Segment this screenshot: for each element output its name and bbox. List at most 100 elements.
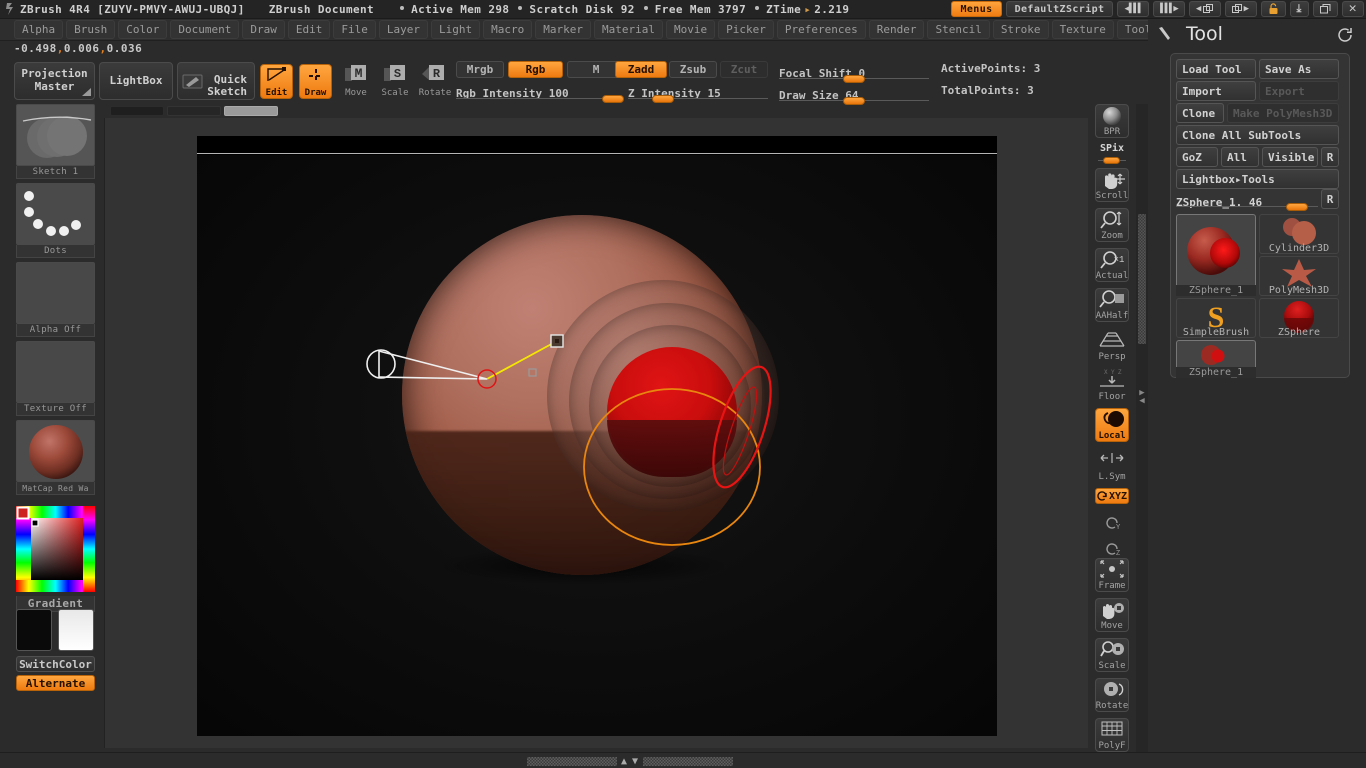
switch-color-button[interactable]: SwitchColor xyxy=(16,656,95,672)
all-button[interactable]: All xyxy=(1221,147,1259,167)
mrgb-toggle[interactable]: Mrgb xyxy=(456,61,504,78)
bottom-scroll-grip[interactable]: ▲ ▼ xyxy=(527,756,734,767)
z-intensity-knob[interactable] xyxy=(652,95,674,103)
primary-color-swatch[interactable] xyxy=(16,609,52,651)
aahalf-button[interactable]: AAHalf xyxy=(1095,288,1129,322)
rgb-intensity-knob[interactable] xyxy=(602,95,624,103)
tool-thumb-simplebrush[interactable]: S SimpleBrush xyxy=(1176,298,1256,338)
alpha-thumbnail[interactable] xyxy=(16,262,95,324)
floor-button[interactable]: X Y Z Floor xyxy=(1095,368,1129,402)
material-palette-item[interactable]: MatCap Red Wa xyxy=(16,420,95,495)
palette-next-button[interactable]: ▶ xyxy=(1224,1,1257,17)
tool-thumb-zsphere1-small[interactable]: ZSphere_1 xyxy=(1176,340,1256,378)
local-button[interactable]: Local xyxy=(1095,408,1129,442)
refresh-icon[interactable] xyxy=(1337,27,1354,48)
menu-item-marker[interactable]: Marker xyxy=(535,20,591,39)
triangle-down-icon[interactable]: ▼ xyxy=(632,756,639,767)
zscript-name-button[interactable]: DefaultZScript xyxy=(1005,1,1114,17)
focal-shift-slider[interactable]: Focal Shift 0 xyxy=(779,62,929,83)
material-thumbnail[interactable] xyxy=(16,420,95,482)
triangle-up-icon[interactable]: ▲ xyxy=(621,756,628,767)
zsub-toggle[interactable]: Zsub xyxy=(669,61,717,78)
load-tool-button[interactable]: Load Tool xyxy=(1176,59,1256,79)
menu-item-texture[interactable]: Texture xyxy=(1051,20,1114,39)
menu-item-material[interactable]: Material xyxy=(593,20,663,39)
make-polymesh3d-button[interactable]: Make PolyMesh3D xyxy=(1227,103,1339,123)
persp-button[interactable]: Persp xyxy=(1095,328,1129,362)
goz-r-button[interactable]: R xyxy=(1321,147,1339,167)
rotate-button[interactable]: R Rotate xyxy=(418,64,452,98)
quick-sketch-button[interactable]: Quick Sketch xyxy=(177,62,255,100)
lightbox-tools-button[interactable]: Lightbox▸Tools xyxy=(1176,169,1339,189)
clone-all-subtools-button[interactable]: Clone All SubTools xyxy=(1176,125,1339,145)
edit-button[interactable]: Edit xyxy=(260,64,293,99)
transform-gizmo[interactable] xyxy=(197,155,997,736)
move-button[interactable]: M Move xyxy=(339,64,373,98)
goz-button[interactable]: GoZ xyxy=(1176,147,1218,167)
current-tool-knob[interactable] xyxy=(1286,203,1308,211)
menus-button[interactable]: Menus xyxy=(951,1,1002,17)
scroll-button[interactable]: Scroll xyxy=(1095,168,1129,202)
menu-item-document[interactable]: Document xyxy=(170,20,240,39)
bpr-button[interactable]: BPR xyxy=(1095,104,1129,138)
clone-button[interactable]: Clone xyxy=(1176,103,1224,123)
menu-item-alpha[interactable]: Alpha xyxy=(14,20,64,39)
z-intensity-slider[interactable]: Z Intensity 15 xyxy=(628,82,768,103)
doc-tab-2[interactable] xyxy=(167,106,221,116)
zcut-toggle[interactable]: Zcut xyxy=(720,61,768,78)
texture-thumbnail[interactable] xyxy=(16,341,95,403)
canvas-3d-viewport[interactable] xyxy=(197,136,997,736)
secondary-color-swatch[interactable] xyxy=(58,609,94,651)
save-as-button[interactable]: Save As xyxy=(1259,59,1339,79)
right-rail-grip[interactable] xyxy=(1138,214,1146,344)
scale-button[interactable]: S Scale xyxy=(378,64,412,98)
spix-slider[interactable] xyxy=(1098,157,1126,164)
grip-texture-left[interactable] xyxy=(527,757,617,766)
menu-item-edit[interactable]: Edit xyxy=(287,20,331,39)
lsym-button[interactable]: L.Sym xyxy=(1095,448,1129,482)
zoom-button[interactable]: Zoom xyxy=(1095,208,1129,242)
menu-item-stroke[interactable]: Stroke xyxy=(992,20,1049,39)
move-view-button[interactable]: Move xyxy=(1095,598,1129,632)
zscript-next-button[interactable]: ▌▌▌▶ xyxy=(1153,1,1185,17)
rgb-intensity-slider[interactable]: Rgb Intensity 100 xyxy=(456,82,624,103)
right-rail-arrows[interactable]: ▶ ◀ xyxy=(1136,389,1148,406)
alpha-stroke-palette-item[interactable]: Dots xyxy=(16,183,95,258)
menu-item-color[interactable]: Color xyxy=(118,20,168,39)
draw-button[interactable]: Draw xyxy=(299,64,332,99)
restore-icon[interactable] xyxy=(1312,1,1338,17)
zscript-prev-button[interactable]: ◀▌▌▌ xyxy=(1117,1,1150,17)
menu-item-movie[interactable]: Movie xyxy=(665,20,716,39)
stroke-palette-item[interactable]: Sketch 1 xyxy=(16,104,95,179)
tool-thumb-cylinder3d[interactable]: Cylinder3D xyxy=(1259,214,1339,254)
alpha-palette-item[interactable]: Alpha Off xyxy=(16,262,95,337)
lock-icon[interactable] xyxy=(1260,1,1286,17)
menu-item-render[interactable]: Render xyxy=(868,20,925,39)
import-button[interactable]: Import xyxy=(1176,81,1256,101)
lightbox-button[interactable]: LightBox xyxy=(99,62,173,100)
focal-shift-knob[interactable] xyxy=(843,75,865,83)
stroke-thumbnail[interactable] xyxy=(16,104,95,166)
frame-button[interactable]: Frame xyxy=(1095,558,1129,592)
tool-thumb-zsphere[interactable]: ZSphere xyxy=(1259,298,1339,338)
draw-size-knob[interactable] xyxy=(843,97,865,105)
texture-palette-item[interactable]: Texture Off xyxy=(16,341,95,416)
draw-size-slider[interactable]: Draw Size 64 xyxy=(779,84,929,105)
tool-thumb-polymesh3d[interactable]: PolyMesh3D xyxy=(1259,256,1339,296)
canvas-scene[interactable] xyxy=(197,155,997,736)
menu-item-draw[interactable]: Draw xyxy=(242,20,285,39)
color-picker[interactable]: Gradient xyxy=(16,506,95,612)
zadd-toggle[interactable]: Zadd xyxy=(615,61,667,78)
tool-r-button[interactable]: R xyxy=(1321,189,1339,209)
doc-tab-1[interactable] xyxy=(110,106,164,116)
menu-item-brush[interactable]: Brush xyxy=(66,20,116,39)
current-tool-slider[interactable]: ZSphere_1. 46 xyxy=(1176,191,1318,211)
menu-item-file[interactable]: File xyxy=(333,20,376,39)
scale-view-button[interactable]: Scale xyxy=(1095,638,1129,672)
polyframe-button[interactable]: PolyF xyxy=(1095,718,1129,752)
minimize-icon[interactable]: ⤓ xyxy=(1289,1,1309,17)
export-button[interactable]: Export xyxy=(1259,81,1339,101)
close-icon[interactable]: ✕ xyxy=(1341,1,1364,17)
rotate-view-button[interactable]: Rotate xyxy=(1095,678,1129,712)
menu-item-stencil[interactable]: Stencil xyxy=(927,20,990,39)
